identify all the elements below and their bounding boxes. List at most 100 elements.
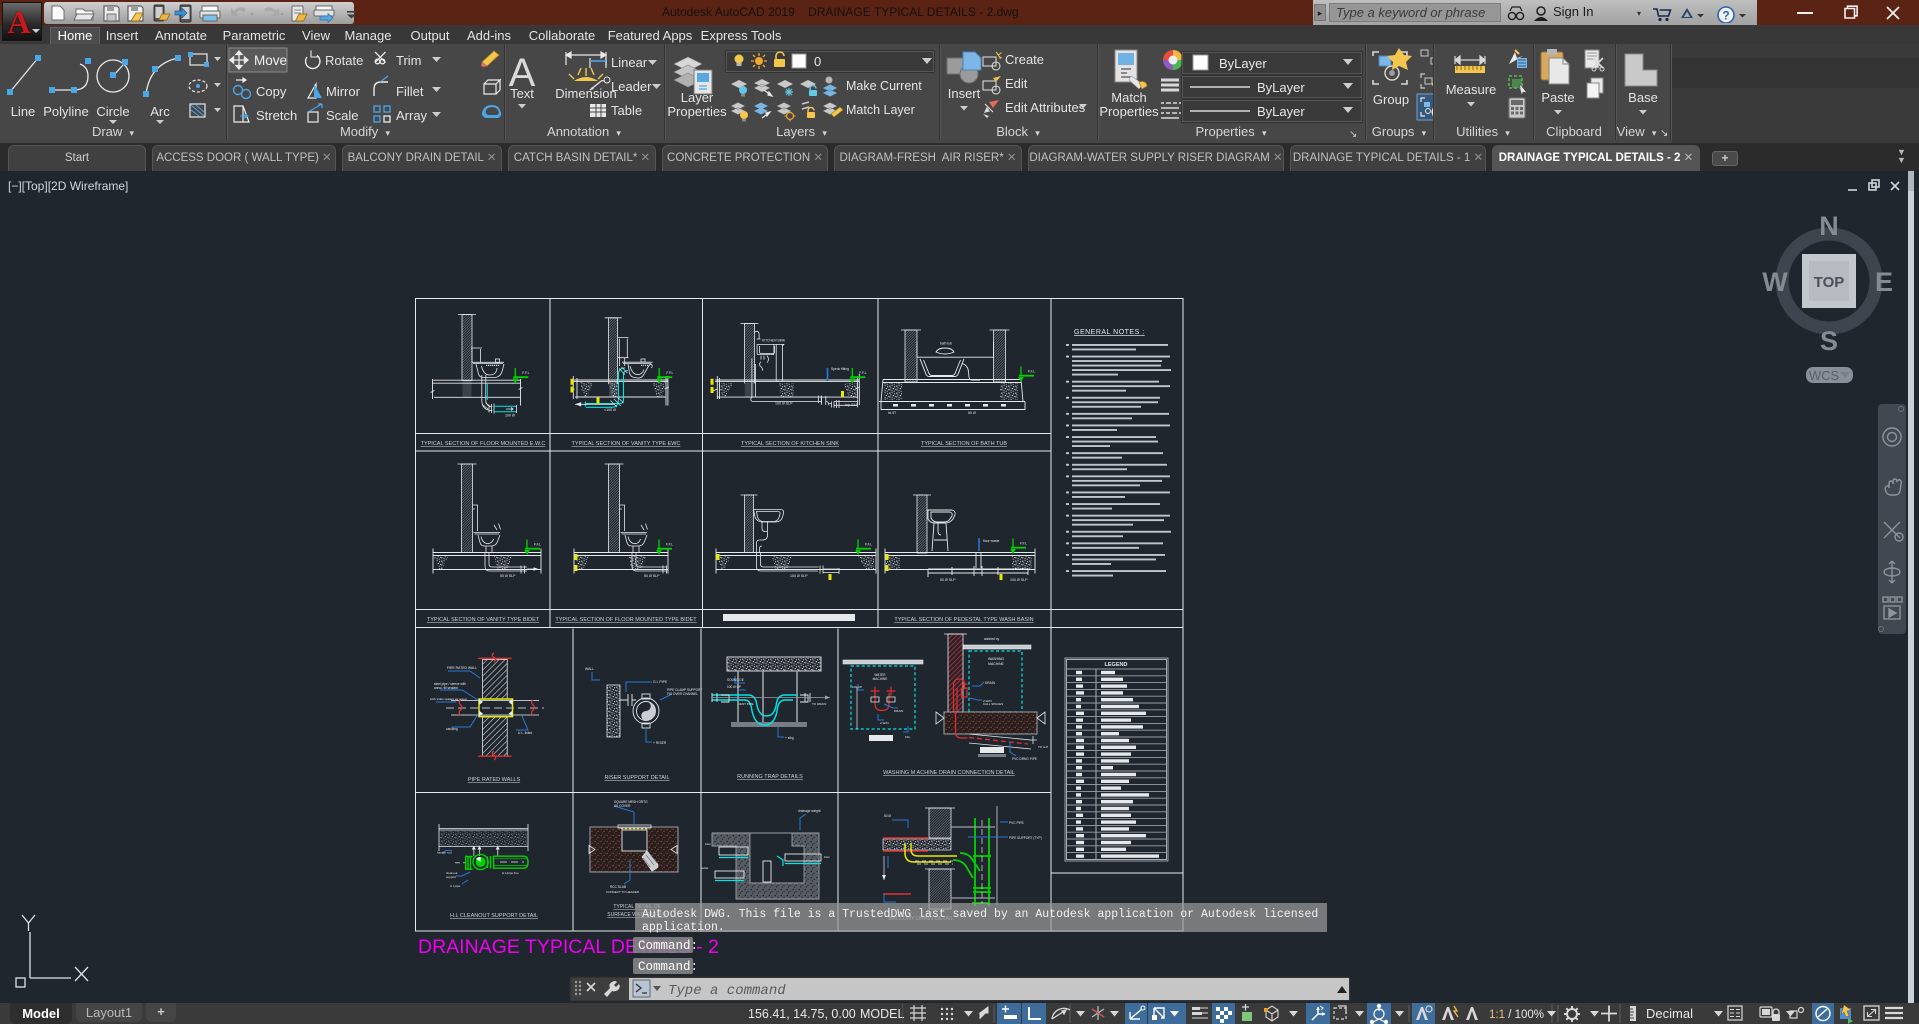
svg-text:Measure: Measure	[1446, 82, 1497, 97]
svg-text:outlet: outlet	[701, 866, 709, 870]
svg-text:Linear: Linear	[611, 55, 648, 70]
svg-text:Match: Match	[1111, 90, 1146, 105]
svg-text:U.L. listed: U.L. listed	[518, 731, 532, 735]
svg-text:Properties: Properties	[1099, 104, 1159, 119]
svg-text:F.F.L: F.F.L	[666, 371, 673, 375]
svg-text:bath tub: bath tub	[940, 342, 952, 346]
svg-text:TO DRAIN: TO DRAIN	[812, 702, 826, 706]
svg-text:MACHINE: MACHINE	[873, 677, 888, 681]
svg-text:h/p SLP: h/p SLP	[845, 403, 858, 407]
svg-text:50 Ø: 50 Ø	[884, 814, 891, 818]
svg-text:TYPICAL SECTION OF KITCHEN SIN: TYPICAL SECTION OF KITCHEN SINK	[741, 441, 839, 447]
svg-text:Properties: Properties	[667, 104, 727, 119]
svg-text:H.L CLEANOUT SUPPORT DETAIL: H.L CLEANOUT SUPPORT DETAIL	[450, 913, 538, 919]
svg-text:FIX OVER CHANNEL: FIX OVER CHANNEL	[667, 692, 698, 696]
svg-text:Create: Create	[1005, 52, 1044, 67]
svg-text:Base: Base	[1628, 90, 1658, 105]
svg-text:+ slbg: + slbg	[785, 736, 794, 740]
svg-text:Array: Array	[396, 108, 428, 123]
svg-text:MACHINE: MACHINE	[988, 662, 1004, 666]
svg-text:WALL: WALL	[585, 667, 594, 671]
svg-text:Text: Text	[510, 86, 534, 101]
svg-text:Edit Attributes: Edit Attributes	[1005, 100, 1086, 115]
svg-text:Command:: Command:	[638, 960, 698, 974]
svg-text:C.I pipe: C.I pipe	[450, 884, 461, 888]
svg-text:TYPICAL SECTION OF VANITY TYPE: TYPICAL SECTION OF VANITY TYPE BIDET	[427, 617, 540, 623]
svg-text:[−][Top][2D Wireframe]: [−][Top][2D Wireframe]	[8, 179, 128, 193]
svg-text:<100 Ø: <100 Ø	[604, 408, 616, 412]
svg-text:drainage weight: drainage weight	[798, 809, 821, 813]
svg-text:ByLayer: ByLayer	[1219, 56, 1267, 71]
svg-text:inlet: inlet	[705, 842, 711, 846]
svg-text:PVC PIPE: PVC PIPE	[1009, 821, 1024, 825]
svg-text:TYPICAL SECTION OF VANITY TYPE: TYPICAL SECTION OF VANITY TYPE EWC	[572, 441, 681, 447]
svg-text:F.F.L: F.F.L	[666, 543, 673, 547]
svg-text:Speck fitting: Speck fitting	[831, 367, 849, 371]
svg-text:CALL SPACES: CALL SPACES	[983, 702, 1003, 706]
svg-text:F.F.L: F.F.L	[865, 543, 872, 547]
svg-text:Insert: Insert	[948, 86, 981, 101]
svg-text:Line: Line	[11, 104, 36, 119]
svg-text:Fillet: Fillet	[396, 84, 424, 99]
svg-text:2-WAY: 2-WAY	[880, 721, 889, 725]
svg-text:LEGEND: LEGEND	[1105, 662, 1128, 668]
svg-text:VENT PIPE: VENT PIPE	[738, 702, 754, 706]
svg-text:SOUND DE: SOUND DE	[727, 678, 744, 682]
svg-text:Leader: Leader	[611, 79, 652, 94]
svg-text:WASHING: WASHING	[988, 657, 1004, 661]
svg-text:1:1 / 100%: 1:1 / 100%	[1489, 1009, 1544, 1021]
svg-text:caulking: caulking	[446, 727, 458, 731]
svg-text:annul. fill sealant: annul. fill sealant	[434, 686, 458, 690]
svg-text:RUNNING TRAP DETAILS: RUNNING TRAP DETAILS	[737, 774, 803, 780]
svg-text:AS COVER: AS COVER	[614, 804, 631, 808]
svg-text:KITCHEN SINK: KITCHEN SINK	[762, 339, 786, 343]
svg-text:WASHING M ACHINE DRAIN CONNECT: WASHING M ACHINE DRAIN CONNECTION DETAIL	[883, 770, 1015, 776]
svg-text:FIRE RATED WALL: FIRE RATED WALL	[447, 666, 477, 670]
svg-text:Table: Table	[611, 103, 642, 118]
svg-text:GENERAL NOTES :: GENERAL NOTES :	[1074, 329, 1145, 336]
svg-text:TYPICAL SECTION OF FLOOR MOUNT: TYPICAL SECTION OF FLOOR MOUNTED TYPE BI…	[555, 617, 697, 623]
svg-text:Decimal: Decimal	[1646, 1006, 1693, 1021]
svg-text:N: N	[1819, 211, 1839, 241]
svg-text:50 Ø SLP: 50 Ø SLP	[644, 574, 660, 578]
svg-text:PIPE SUPPORT (TYP): PIPE SUPPORT (TYP)	[1009, 836, 1042, 840]
svg-text:both sides sealant as noted: both sides sealant as noted	[430, 697, 467, 701]
svg-text:F.F.L: F.F.L	[522, 371, 529, 375]
svg-text:100 Ø: 100 Ø	[505, 414, 515, 418]
svg-text:PIPE RATED WALLS: PIPE RATED WALLS	[468, 777, 521, 783]
svg-text:application.: application.	[642, 921, 725, 934]
svg-text:Copy: Copy	[256, 84, 287, 99]
svg-text:DRAIN: DRAIN	[894, 709, 903, 713]
svg-text:0: 0	[814, 54, 821, 69]
svg-text:?: ?	[1722, 9, 1729, 23]
svg-text:hanger rod: hanger rod	[437, 851, 452, 855]
svg-text:Group: Group	[1373, 92, 1409, 107]
svg-text:+ RISER: + RISER	[653, 741, 667, 745]
svg-text:Command:: Command:	[638, 939, 698, 953]
svg-text:F.F.L: F.F.L	[859, 371, 866, 375]
svg-text:RISER SUPPORT DETAIL: RISER SUPPORT DETAIL	[604, 775, 669, 781]
svg-text:WCS: WCS	[1809, 368, 1840, 383]
svg-text:TYPICAL SECTION OF PEDESTAL TY: TYPICAL SECTION OF PEDESTAL TYPE WASH BA…	[894, 617, 1033, 623]
svg-text:ByLayer: ByLayer	[1257, 80, 1305, 95]
svg-text:Layer: Layer	[681, 90, 714, 105]
svg-text:F.F.L: F.F.L	[1028, 370, 1035, 374]
svg-text:Polyline: Polyline	[43, 104, 89, 119]
svg-text:G.I. PIPE: G.I. PIPE	[653, 680, 668, 684]
svg-text:Stretch: Stretch	[256, 108, 297, 123]
svg-text:TO G.P: TO G.P	[1038, 745, 1048, 749]
svg-text:Paste: Paste	[1541, 90, 1574, 105]
svg-text:Type a command: Type a command	[668, 983, 786, 999]
svg-text:ht-97: ht-97	[888, 411, 896, 415]
svg-text:TOP: TOP	[1814, 274, 1845, 291]
svg-text:floor waste: floor waste	[983, 539, 1000, 543]
svg-text:RCC SLAB: RCC SLAB	[610, 885, 626, 889]
svg-text:100 Ø UP: 100 Ø UP	[727, 685, 741, 689]
svg-text:F.F.L: F.F.L	[534, 543, 541, 547]
svg-text:TYPICAL SECTION OF FLOOR MOUNT: TYPICAL SECTION OF FLOOR MOUNTED E.W.C	[421, 441, 546, 447]
svg-text:W: W	[1762, 267, 1788, 297]
svg-text:FFL: FFL	[905, 735, 911, 739]
svg-text:50 Ø SLP: 50 Ø SLP	[940, 578, 956, 582]
svg-text:A: A	[7, 4, 30, 40]
svg-text:Arc: Arc	[150, 104, 170, 119]
